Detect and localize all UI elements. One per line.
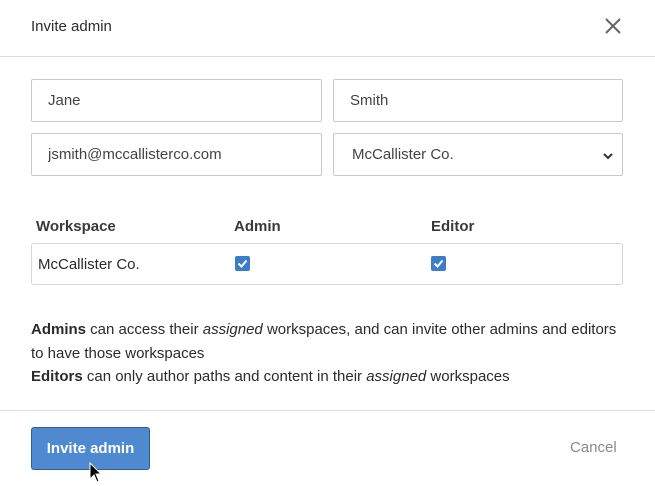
admins-description: Admins can access their assigned workspa… [31,318,616,341]
organization-select[interactable]: McCallister Co. [333,133,623,176]
close-icon[interactable] [601,14,625,38]
cancel-button[interactable]: Cancel [570,439,617,456]
admins-text: can access their [86,321,203,338]
assigned-emphasis: assigned [202,321,263,338]
email-field[interactable] [31,133,322,176]
chevron-down-icon [602,149,614,161]
column-header-workspace: Workspace [36,218,116,235]
checkmark-icon [433,259,444,268]
footer-divider [0,410,655,411]
admins-label: Admins [31,321,87,338]
column-header-admin: Admin [234,218,281,235]
workspace-name: McCallister Co. [38,256,140,273]
first-name-field[interactable] [31,79,322,122]
editor-checkbox[interactable] [431,256,446,271]
admins-description-line2: to have those workspaces [31,345,205,362]
editors-description: Editors can only author paths and conten… [31,365,510,388]
editors-label: Editors [31,368,83,385]
organization-select-value: McCallister Co. [352,146,454,163]
checkmark-icon [237,259,248,268]
dialog-title: Invite admin [31,18,112,35]
editors-text-cont: workspaces [426,368,510,385]
assigned-emphasis: assigned [366,368,427,385]
mouse-pointer-icon [89,461,103,484]
admins-text-cont: workspaces, and can invite other admins … [262,321,617,338]
dialog-header: Invite admin [0,0,655,57]
admin-checkbox[interactable] [235,256,250,271]
last-name-field[interactable] [333,79,623,122]
workspace-row: McCallister Co. [31,243,623,285]
column-header-editor: Editor [431,218,475,235]
editors-text: can only author paths and content in the… [82,368,367,385]
